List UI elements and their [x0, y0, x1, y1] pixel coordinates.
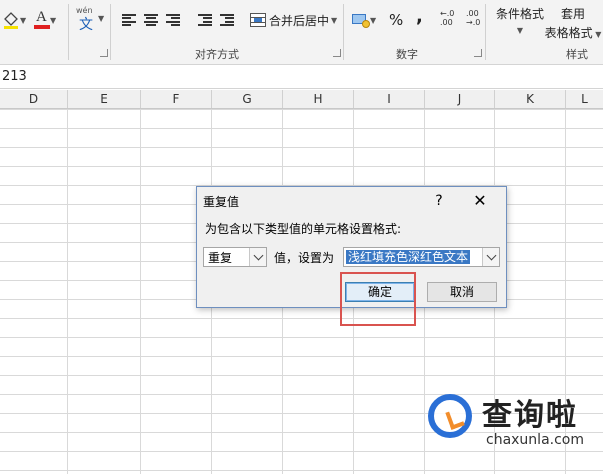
dialog-prompt: 为包含以下类型值的单元格设置格式: [205, 222, 402, 236]
chevron-down-icon[interactable] [482, 248, 499, 266]
font-color-icon: A [34, 9, 50, 30]
align-center-icon [144, 14, 158, 26]
column-header[interactable]: I [354, 90, 425, 108]
ribbon: ▼ A ▼ wén 文 ▼ 合并后居中 ▼ 对齐方式 ▼ % , ←.0 .00… [0, 0, 603, 65]
column-header[interactable]: K [495, 90, 566, 108]
watermark-url: chaxunla.com [486, 432, 584, 448]
watermark-logo: 查询啦 chaxunla.com [426, 388, 598, 454]
currency-icon [352, 14, 370, 28]
cancel-button[interactable]: 取消 [427, 282, 497, 302]
chevron-down-icon: ▼ [98, 13, 105, 23]
align-right-button[interactable] [166, 10, 180, 30]
accounting-format-button[interactable]: ▼ [352, 10, 376, 30]
font-dialog-launcher[interactable] [100, 49, 108, 57]
phonetic-button[interactable]: wén 文 ▼ [76, 6, 105, 33]
highlight-box [340, 272, 416, 326]
number-group-label: 数字 [396, 48, 418, 61]
align-group-label: 对齐方式 [195, 48, 239, 61]
align-center-button[interactable] [144, 10, 158, 30]
column-header-row: D E F G H I J K L [0, 90, 603, 109]
phonetic-icon: wén 文 [76, 6, 98, 33]
conditional-format-label: 条件格式 [495, 7, 544, 21]
column-header[interactable]: F [141, 90, 212, 108]
increase-decimal-button[interactable]: ←.0 .00 [440, 8, 454, 28]
merge-center-label: 合并后居中 [269, 13, 330, 28]
formula-bar[interactable]: 213 [0, 66, 603, 89]
close-icon[interactable]: ✕ [467, 190, 493, 212]
styles-group-label: 样式 [566, 48, 588, 61]
column-header[interactable]: L [566, 90, 603, 108]
chevron-down-icon: ▼ [20, 15, 27, 25]
help-button[interactable]: ? [429, 191, 449, 211]
percent-button[interactable]: % [389, 10, 403, 30]
conditional-format-button[interactable]: 条件格式 ▼ [492, 5, 548, 35]
font-color-button[interactable]: A ▼ [34, 9, 57, 30]
column-header[interactable]: E [68, 90, 141, 108]
set-as-label: 值，设置为 [274, 251, 335, 265]
chevron-down-icon: ▼ [370, 15, 377, 25]
column-header[interactable]: D [0, 90, 68, 108]
format-as-table-line2: 表格格式 [544, 26, 593, 40]
number-dialog-launcher[interactable] [474, 49, 482, 57]
chevron-down-icon: ▼ [50, 15, 57, 25]
fill-color-button[interactable]: ▼ [2, 10, 26, 30]
format-as-table-line1: 套用 [560, 7, 585, 21]
phonetic-char: 文 [79, 17, 93, 33]
decrease-decimal-icon: .00 →.0 [466, 9, 481, 27]
format-select[interactable]: 浅红填充色深红色文本 [343, 247, 500, 267]
align-right-icon [166, 14, 180, 26]
decrease-decimal-button[interactable]: .00 →.0 [466, 8, 480, 28]
formula-value: 213 [2, 69, 27, 84]
decrease-indent-icon [198, 14, 212, 26]
column-header[interactable]: H [283, 90, 354, 108]
decrease-indent-button[interactable] [198, 10, 212, 30]
increase-indent-icon [220, 14, 234, 26]
align-left-icon [122, 14, 136, 26]
chevron-down-icon: ▼ [592, 30, 602, 39]
format-selected: 浅红填充色深红色文本 [346, 250, 471, 264]
value-type-select[interactable]: 重复 [203, 247, 267, 267]
merge-cells-icon [250, 13, 266, 27]
align-dialog-launcher[interactable] [333, 49, 341, 57]
column-header[interactable]: J [425, 90, 495, 108]
column-header[interactable]: G [212, 90, 283, 108]
merge-center-button[interactable]: 合并后居中 ▼ [250, 10, 337, 30]
increase-decimal-icon: ←.0 .00 [440, 9, 455, 27]
chevron-down-icon[interactable] [249, 248, 266, 266]
paint-bucket-icon [4, 12, 18, 29]
format-as-table-button[interactable]: 套用 表格格式 ▼ [544, 5, 602, 41]
chevron-down-icon: ▼ [516, 26, 524, 35]
chevron-down-icon: ▼ [331, 15, 338, 25]
align-left-button[interactable] [122, 10, 136, 30]
comma-style-button[interactable]: , [416, 6, 423, 27]
dialog-title: 重复值 [203, 195, 240, 209]
font-color-letter: A [36, 9, 47, 25]
magnifier-icon [428, 394, 472, 438]
increase-indent-button[interactable] [220, 10, 234, 30]
watermark-text: 查询啦 [482, 398, 578, 433]
value-type-selected: 重复 [208, 251, 233, 265]
